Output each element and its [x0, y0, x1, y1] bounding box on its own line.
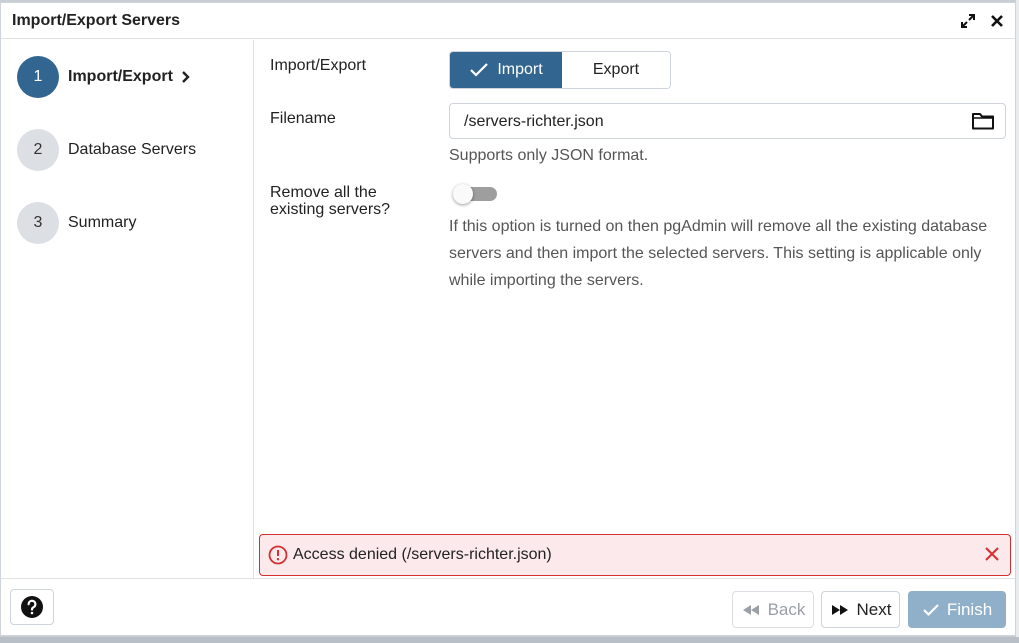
next-button-label: Next: [856, 599, 892, 619]
check-icon: [470, 63, 489, 77]
filename-label: Filename: [270, 110, 336, 127]
import-button[interactable]: Import: [450, 52, 562, 88]
wizard-steps-sidebar: 1 Import/Export 2 Database Servers 3 Sum…: [1, 40, 254, 578]
close-icon[interactable]: [984, 546, 1000, 567]
export-button-label: Export: [592, 61, 640, 78]
export-button[interactable]: Export: [562, 52, 670, 88]
dialog-titlebar: Import/Export Servers: [1, 3, 1015, 39]
import-button-label: Import: [497, 61, 543, 78]
step-import-export[interactable]: 1 Import/Export: [17, 56, 191, 98]
import-export-label: Import/Export: [270, 57, 367, 74]
maximize-icon[interactable]: [958, 11, 978, 31]
finish-button[interactable]: Finish: [908, 591, 1006, 628]
filename-hint: Supports only JSON format.: [449, 147, 649, 164]
step-label: Database Servers: [68, 141, 197, 158]
finish-button-label: Finish: [946, 599, 993, 619]
remove-servers-label-line2: existing servers?: [270, 201, 391, 218]
step-label: Import/Export: [68, 68, 173, 85]
next-button[interactable]: Next: [821, 591, 900, 628]
filename-value: /servers-richter.json: [464, 113, 604, 130]
import-export-toggle: Import Export: [449, 51, 671, 89]
remove-servers-label-line1: Remove all the: [270, 184, 377, 201]
error-message-text: Access denied (/servers-richter.json): [293, 546, 552, 563]
help-button[interactable]: [10, 589, 54, 625]
error-circle-icon: [268, 545, 288, 570]
step-database-servers[interactable]: 2 Database Servers: [17, 129, 196, 171]
import-export-dialog: Import/Export Servers 1 Import/Export 2 …: [0, 2, 1016, 636]
step-number: 1: [17, 56, 59, 98]
check-icon: [923, 603, 939, 616]
dialog-title: Import/Export Servers: [12, 12, 181, 29]
switch-knob: [453, 184, 473, 204]
step-number: 3: [17, 202, 59, 244]
step-label: Summary: [68, 214, 137, 231]
fast-forward-icon: [831, 604, 848, 615]
folder-icon[interactable]: [971, 111, 995, 136]
remove-servers-help: If this option is turned on then pgAdmin…: [449, 218, 988, 289]
close-icon[interactable]: [987, 11, 1007, 31]
chevron-right-icon: [181, 70, 191, 84]
background-edge: [0, 637, 1019, 643]
question-circle-icon: [21, 596, 43, 618]
dialog-footer: Back Next Finish: [1, 578, 1015, 637]
error-message-bar: Access denied (/servers-richter.json): [259, 534, 1011, 576]
step-summary[interactable]: 3 Summary: [17, 202, 136, 244]
back-button-label: Back: [767, 599, 806, 619]
step-number: 2: [17, 129, 59, 171]
rewind-icon: [742, 604, 759, 615]
filename-input[interactable]: /servers-richter.json: [449, 103, 1006, 139]
remove-servers-switch[interactable]: [453, 184, 499, 206]
back-button[interactable]: Back: [732, 591, 814, 628]
wizard-content: Import/Export Import Export Filename /se…: [255, 40, 1016, 578]
